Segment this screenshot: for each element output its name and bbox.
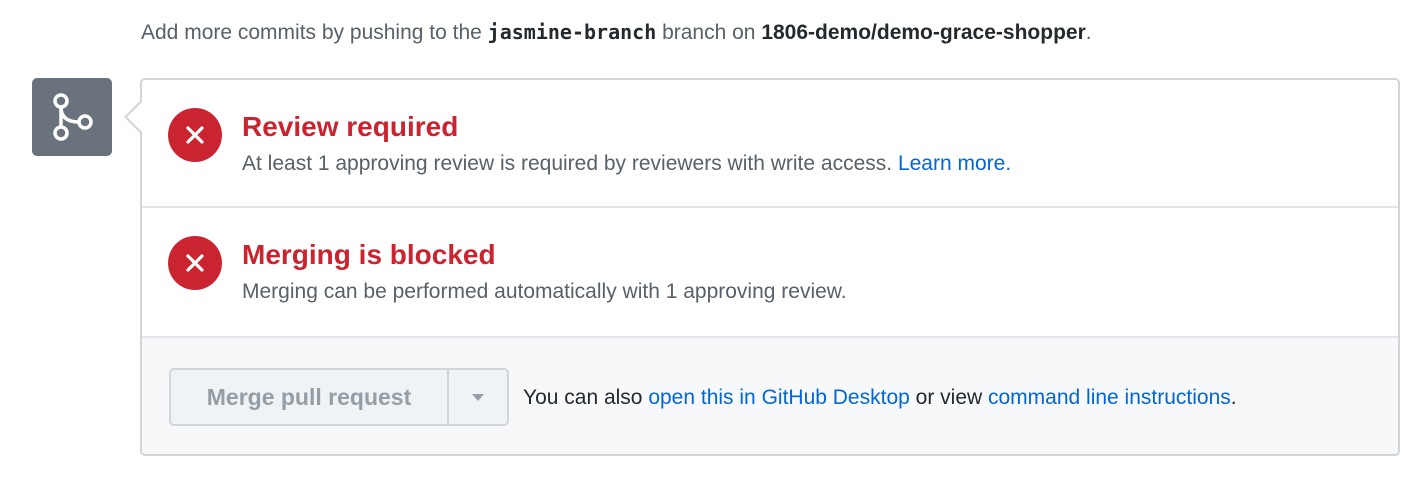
check-description: Merging can be performed automatically w… xyxy=(242,278,847,306)
alternative-actions: You can also open this in GitHub Desktop… xyxy=(523,384,1237,412)
check-review-required: Review required At least 1 approving rev… xyxy=(142,80,1398,208)
x-icon xyxy=(168,108,222,162)
command-line-instructions-link[interactable]: command line instructions xyxy=(988,386,1231,409)
check-title: Review required xyxy=(242,111,459,142)
learn-more-link[interactable]: Learn more. xyxy=(898,152,1011,175)
push-hint: Add more commits by pushing to the jasmi… xyxy=(141,18,1092,47)
or-view-text: or view xyxy=(909,386,988,409)
check-description-text: At least 1 approving review is required … xyxy=(242,152,893,175)
panel-caret-inner xyxy=(127,102,142,132)
push-hint-suffix: . xyxy=(1085,21,1092,44)
also-text: You can also xyxy=(523,386,649,409)
check-description-text: Merging can be performed automatically w… xyxy=(242,280,847,303)
branch-name: jasmine-branch xyxy=(487,20,657,44)
x-icon xyxy=(168,236,222,290)
merge-status-panel: Review required At least 1 approving rev… xyxy=(140,78,1400,456)
open-in-desktop-link[interactable]: open this in GitHub Desktop xyxy=(648,386,909,409)
push-hint-middle: branch on xyxy=(656,21,762,44)
push-hint-prefix: Add more commits by pushing to the xyxy=(141,21,488,44)
merge-method-dropdown-button[interactable] xyxy=(449,370,507,424)
repo-name: 1806-demo/demo-grace-shopper xyxy=(761,21,1086,44)
git-merge-icon xyxy=(32,78,112,156)
check-title: Merging is blocked xyxy=(242,239,496,270)
merge-pull-request-button[interactable]: Merge pull request xyxy=(171,370,449,424)
merge-action-area: Merge pull request You can also open thi… xyxy=(142,338,1398,454)
check-description: At least 1 approving review is required … xyxy=(242,150,1011,178)
triangle-down-icon xyxy=(472,393,484,401)
end-text: . xyxy=(1230,386,1237,409)
check-merging-blocked: Merging is blocked Merging can be perfor… xyxy=(142,208,1398,338)
merge-button-group: Merge pull request xyxy=(169,368,509,426)
